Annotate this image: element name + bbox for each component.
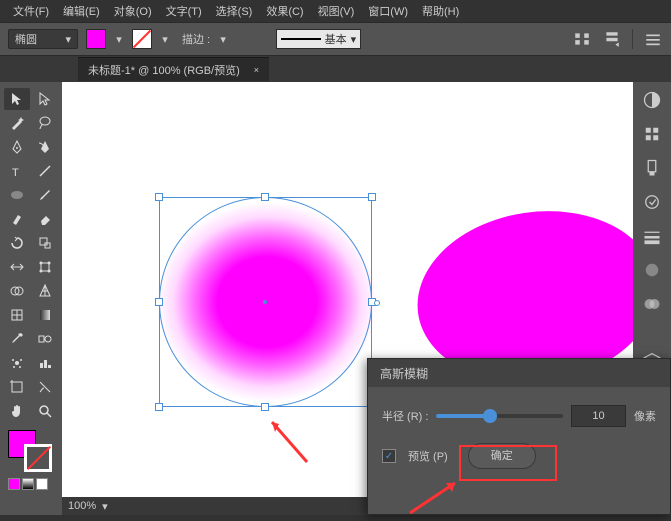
shaper-tool[interactable] [4, 208, 30, 230]
options-bar: 椭圆▾ ▾ ▾ 描边 : ▾ 基本▾ [0, 22, 671, 56]
main-menu-bar: 文件(F) 编辑(E) 对象(O) 文字(T) 选择(S) 效果(C) 视图(V… [0, 0, 671, 22]
gradient-panel-icon[interactable] [642, 260, 662, 280]
zoom-dropdown[interactable]: ▾ [102, 500, 108, 513]
paintbrush-tool[interactable] [32, 184, 58, 206]
menu-edit[interactable]: 编辑(E) [56, 3, 107, 19]
color-panel-icon[interactable] [642, 90, 662, 110]
direct-select-tool[interactable] [32, 88, 58, 110]
stroke-label: 描边 : [182, 31, 210, 47]
stroke-panel-icon[interactable] [642, 226, 662, 246]
annotation-arrow-2 [400, 478, 470, 518]
handle-mid-left[interactable] [155, 298, 163, 306]
menu-file[interactable]: 文件(F) [6, 3, 56, 19]
menu-icon[interactable] [643, 29, 663, 49]
stroke-indicator[interactable] [24, 444, 52, 472]
column-graph-tool[interactable] [32, 352, 58, 374]
menu-view[interactable]: 视图(V) [311, 3, 362, 19]
handle-top-left[interactable] [155, 193, 163, 201]
stroke-dropdown[interactable]: ▾ [160, 33, 170, 46]
ellipse-widget-right[interactable] [374, 300, 380, 306]
scale-tool[interactable] [32, 232, 58, 254]
handle-bottom-left[interactable] [155, 403, 163, 411]
zoom-tool[interactable] [32, 400, 58, 422]
mesh-tool[interactable] [4, 304, 30, 326]
color-mode-none[interactable] [36, 478, 48, 490]
stroke-weight-dropdown[interactable]: ▾ [218, 33, 228, 46]
tool-name-display[interactable]: 椭圆▾ [8, 29, 78, 49]
ellipse-tool[interactable] [4, 184, 30, 206]
slice-tool[interactable] [32, 376, 58, 398]
preview-label: 预览 (P) [408, 448, 448, 464]
stroke-profile[interactable]: 基本▾ [276, 29, 361, 49]
toolbox: T [0, 82, 62, 515]
menu-effect[interactable]: 效果(C) [259, 3, 310, 19]
close-tab-icon[interactable]: × [254, 65, 259, 75]
menu-window[interactable]: 窗口(W) [361, 3, 415, 19]
menu-text[interactable]: 文字(T) [159, 3, 209, 19]
blend-tool[interactable] [32, 328, 58, 350]
radius-label: 半径 (R) : [382, 408, 428, 424]
document-tab[interactable]: 未标题-1* @ 100% (RGB/预览) × [78, 57, 269, 81]
selection-tool[interactable] [4, 88, 30, 110]
radius-unit: 像素 [634, 408, 656, 424]
svg-text:T: T [12, 167, 19, 179]
slider-thumb[interactable] [483, 409, 497, 423]
color-mode-gradient[interactable] [22, 478, 34, 490]
fill-swatch[interactable] [86, 29, 106, 49]
preview-checkbox[interactable] [382, 449, 396, 463]
radius-input[interactable]: 10 [571, 405, 626, 427]
eyedropper-tool[interactable] [4, 328, 30, 350]
type-tool[interactable]: T [4, 160, 30, 182]
arrange-icon[interactable] [602, 29, 622, 49]
menu-select[interactable]: 选择(S) [209, 3, 260, 19]
transparency-panel-icon[interactable] [642, 294, 662, 314]
swatches-panel-icon[interactable] [642, 124, 662, 144]
line-tool[interactable] [32, 160, 58, 182]
symbol-tool[interactable] [4, 352, 30, 374]
handle-top-mid[interactable] [261, 193, 269, 201]
tab-title: 未标题-1* @ 100% (RGB/预览) [88, 62, 240, 78]
fill-dropdown[interactable]: ▾ [114, 33, 124, 46]
stroke-swatch[interactable] [132, 29, 152, 49]
zoom-level[interactable]: 100% [68, 500, 96, 512]
magic-wand-tool[interactable] [4, 112, 30, 134]
eraser-tool[interactable] [32, 208, 58, 230]
brushes-panel-icon[interactable] [642, 158, 662, 178]
hand-tool[interactable] [4, 400, 30, 422]
symbols-panel-icon[interactable] [642, 192, 662, 212]
lasso-tool[interactable] [32, 112, 58, 134]
annotation-highlight-box [459, 445, 557, 481]
document-tabs: 未标题-1* @ 100% (RGB/预览) × [0, 56, 671, 82]
annotation-arrow [257, 412, 317, 472]
color-mode-solid[interactable] [8, 478, 20, 490]
radius-slider[interactable] [436, 414, 563, 418]
gradient-tool[interactable] [32, 304, 58, 326]
menu-help[interactable]: 帮助(H) [415, 3, 466, 19]
align-icon[interactable] [572, 29, 592, 49]
shape-builder-tool[interactable] [4, 280, 30, 302]
curvature-tool[interactable] [32, 136, 58, 158]
menu-object[interactable]: 对象(O) [107, 3, 159, 19]
free-transform-tool[interactable] [32, 256, 58, 278]
width-tool[interactable] [4, 256, 30, 278]
pen-tool[interactable] [4, 136, 30, 158]
dialog-title: 高斯模糊 [368, 359, 670, 387]
perspective-tool[interactable] [32, 280, 58, 302]
fill-stroke-indicator[interactable] [4, 430, 58, 472]
handle-top-right[interactable] [368, 193, 376, 201]
handle-bottom-mid[interactable] [261, 403, 269, 411]
color-mode-row [4, 478, 58, 490]
selection-center [263, 300, 267, 304]
artboard-tool[interactable] [4, 376, 30, 398]
rotate-tool[interactable] [4, 232, 30, 254]
